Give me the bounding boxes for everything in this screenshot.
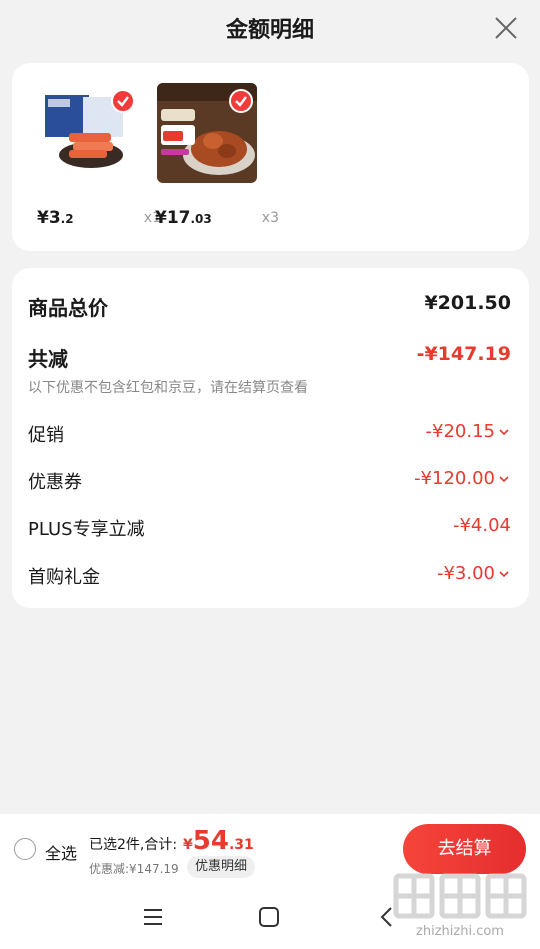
total-amount: ¥54.31 xyxy=(183,826,254,856)
home-button[interactable] xyxy=(256,904,282,930)
discount-summary: 优惠减:¥147.19 xyxy=(89,862,179,876)
chevron-down-icon xyxy=(499,476,509,483)
close-button[interactable] xyxy=(492,14,520,42)
select-all-label: 全选 xyxy=(45,844,78,863)
menu-icon xyxy=(144,909,162,925)
home-icon xyxy=(259,907,279,927)
plus-discount-value: -¥4.04 xyxy=(452,515,511,536)
watermark: zhizhizhi.com xyxy=(390,868,530,946)
product-price: ¥17.03 xyxy=(155,208,212,228)
select-all-radio[interactable] xyxy=(14,838,36,860)
order-summary: 已选2件,合计: ¥54.31 优惠减:¥147.19 优惠明细 xyxy=(89,826,309,880)
total-reduce-row: 共减 -¥147.19 xyxy=(28,343,511,373)
product-item[interactable]: ¥17.03 x3 xyxy=(155,83,279,228)
discount-note: 以下优惠不包含红包和京豆，请在结算页查看 xyxy=(28,380,308,396)
selected-check-icon[interactable] xyxy=(229,89,253,113)
selected-check-icon[interactable] xyxy=(111,89,135,113)
plus-discount-label: PLUS专享立减 xyxy=(28,519,145,540)
product-price-row: ¥17.03 x3 xyxy=(155,208,285,232)
coupon-row[interactable]: 优惠券 -¥120.00 xyxy=(28,468,511,498)
first-purchase-label: 首购礼金 xyxy=(28,567,100,588)
product-quantity: x3 xyxy=(261,210,279,226)
product-item[interactable]: ¥3.2 x1 xyxy=(37,83,161,228)
coupon-value: -¥120.00 xyxy=(414,468,511,489)
menu-button[interactable] xyxy=(140,904,166,930)
header: 金额明细 xyxy=(0,0,540,56)
product-image[interactable] xyxy=(157,83,257,183)
first-purchase-value: -¥3.00 xyxy=(437,563,511,584)
total-reduce-label: 共减 xyxy=(28,347,68,371)
products-card: ¥3.2 x1 ¥17.03 x3 xyxy=(12,63,529,251)
promotion-row[interactable]: 促销 -¥20.15 xyxy=(28,421,511,451)
total-reduce-value: -¥147.19 xyxy=(416,343,511,365)
price-detail-card: 商品总价 ¥201.50 共减 -¥147.19 以下优惠不包含红包和京豆，请在… xyxy=(12,268,529,608)
product-image[interactable] xyxy=(39,83,139,183)
watermark-text: zhizhizhi.com xyxy=(416,924,504,939)
checkout-button[interactable]: 去结算 xyxy=(403,824,526,874)
promotion-label: 促销 xyxy=(28,425,64,446)
page-title: 金额明细 xyxy=(225,18,314,43)
total-price-row: 商品总价 ¥201.50 xyxy=(28,292,511,322)
watermark-logo xyxy=(393,873,527,919)
total-price-value: ¥201.50 xyxy=(424,292,511,314)
total-price-label: 商品总价 xyxy=(28,296,108,320)
first-purchase-row[interactable]: 首购礼金 -¥3.00 xyxy=(28,563,511,593)
plus-discount-row: PLUS专享立减 -¥4.04 xyxy=(28,515,511,545)
amount-detail-sheet: 金额明细 ¥3.2 x1 ¥17.03 x3 商品总价 ¥201.50 共减 -… xyxy=(0,0,540,949)
promotion-value: -¥20.15 xyxy=(426,421,511,442)
chevron-down-icon xyxy=(499,429,509,436)
discount-detail-button[interactable]: 优惠明细 xyxy=(187,856,256,878)
product-price: ¥3.2 xyxy=(37,208,74,228)
coupon-label: 优惠券 xyxy=(28,472,82,493)
product-price-row: ¥3.2 x1 xyxy=(37,208,167,232)
chevron-down-icon xyxy=(499,571,509,578)
close-icon xyxy=(495,17,517,39)
selected-count-text: 已选2件,合计: xyxy=(89,837,178,853)
